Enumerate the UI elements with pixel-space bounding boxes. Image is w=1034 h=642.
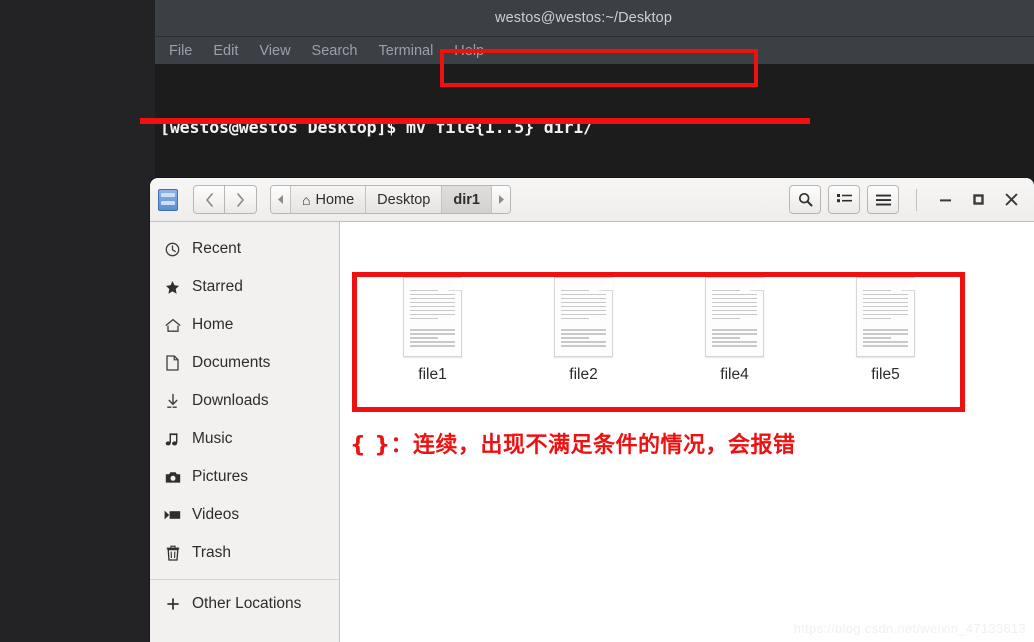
home-icon bbox=[164, 318, 181, 333]
file-manager-window: ⌂ Home Desktop dir1 Recent Starred Home … bbox=[150, 178, 1034, 642]
sidebar-item-downloads[interactable]: Downloads bbox=[150, 382, 339, 420]
hamburger-menu-icon bbox=[875, 194, 891, 205]
menu-item-help[interactable]: Help bbox=[454, 43, 484, 59]
document-file-icon bbox=[403, 277, 462, 357]
sidebar-item-pictures-label: Pictures bbox=[192, 468, 248, 485]
sidebar-item-downloads-label: Downloads bbox=[192, 392, 269, 409]
close-button[interactable] bbox=[998, 187, 1024, 213]
document-icon bbox=[164, 355, 181, 371]
file-manager-headerbar: ⌂ Home Desktop dir1 bbox=[150, 178, 1034, 222]
file-item-label: file5 bbox=[871, 366, 900, 383]
file-manager-body: Recent Starred Home Documents Downloads … bbox=[150, 222, 1034, 642]
sidebar-item-recent-label: Recent bbox=[192, 240, 242, 257]
minimize-button[interactable] bbox=[932, 187, 958, 213]
breadcrumb-scroll-right-icon[interactable] bbox=[490, 186, 510, 213]
sidebar-item-videos[interactable]: Videos bbox=[150, 496, 339, 534]
minimize-icon bbox=[939, 198, 951, 201]
sidebar-item-starred[interactable]: Starred bbox=[150, 268, 339, 306]
music-note-icon bbox=[164, 432, 181, 447]
search-button[interactable] bbox=[789, 185, 821, 214]
chinese-annotation-note: { }：连续，出现不满足条件的情况，会报错 bbox=[350, 433, 796, 458]
error-underline-bar bbox=[140, 118, 810, 124]
sidebar-divider bbox=[150, 579, 339, 580]
breadcrumb-item-dir1[interactable]: dir1 bbox=[441, 186, 491, 213]
breadcrumb-scroll-left-icon[interactable] bbox=[271, 186, 290, 213]
terminal-title: westos@westos:~/Desktop bbox=[495, 10, 672, 26]
sidebar-item-music[interactable]: Music bbox=[150, 420, 339, 458]
sidebar-item-home[interactable]: Home bbox=[150, 306, 339, 344]
clock-icon bbox=[164, 242, 181, 257]
menu-item-search[interactable]: Search bbox=[312, 43, 358, 59]
file-item-label: file2 bbox=[569, 366, 598, 383]
file-item[interactable]: file1 bbox=[357, 277, 508, 407]
maximize-button[interactable] bbox=[965, 187, 991, 213]
breadcrumb-item-dir1-label: dir1 bbox=[453, 191, 480, 208]
sidebar-item-starred-label: Starred bbox=[192, 278, 243, 295]
sidebar-item-recent[interactable]: Recent bbox=[150, 230, 339, 268]
terminal-titlebar[interactable]: westos@westos:~/Desktop bbox=[155, 0, 1034, 37]
file-item[interactable]: file2 bbox=[508, 277, 659, 407]
close-icon bbox=[1005, 193, 1017, 206]
camera-icon bbox=[164, 471, 181, 484]
navigation-buttons bbox=[193, 185, 257, 214]
chevron-right-icon bbox=[237, 192, 244, 207]
breadcrumb-item-home[interactable]: ⌂ Home bbox=[290, 186, 366, 213]
star-icon bbox=[164, 280, 181, 295]
menu-button[interactable] bbox=[867, 185, 899, 214]
menu-item-edit[interactable]: Edit bbox=[213, 43, 238, 59]
download-icon bbox=[164, 393, 181, 409]
sidebar-item-trash-label: Trash bbox=[192, 544, 232, 561]
maximize-icon bbox=[972, 194, 984, 205]
breadcrumb: ⌂ Home Desktop dir1 bbox=[270, 185, 511, 214]
document-file-icon bbox=[554, 277, 613, 357]
sidebar-item-home-label: Home bbox=[192, 316, 234, 333]
trash-icon bbox=[164, 545, 181, 561]
file-item-label: file4 bbox=[720, 366, 749, 383]
sidebar-item-other-locations-label: Other Locations bbox=[192, 595, 302, 612]
file-cabinet-icon bbox=[158, 188, 178, 211]
menu-item-file[interactable]: File bbox=[169, 43, 192, 59]
sidebar-item-other-locations[interactable]: Other Locations bbox=[150, 585, 339, 623]
sidebar-item-trash[interactable]: Trash bbox=[150, 534, 339, 572]
breadcrumb-item-home-label: Home bbox=[315, 191, 355, 208]
sidebar-item-videos-label: Videos bbox=[192, 506, 240, 523]
plus-icon bbox=[164, 597, 181, 611]
terminal-menubar: File Edit View Search Terminal Help bbox=[155, 37, 1034, 64]
sidebar-item-documents[interactable]: Documents bbox=[150, 344, 339, 382]
search-icon bbox=[798, 192, 812, 207]
terminal-window: westos@westos:~/Desktop File Edit View S… bbox=[155, 0, 1034, 178]
sidebar-item-pictures[interactable]: Pictures bbox=[150, 458, 339, 496]
document-file-icon bbox=[705, 277, 764, 357]
menu-item-terminal[interactable]: Terminal bbox=[379, 43, 434, 59]
forward-button[interactable] bbox=[225, 185, 257, 214]
header-divider bbox=[916, 188, 917, 211]
home-icon: ⌂ bbox=[302, 191, 311, 208]
view-list-button[interactable] bbox=[828, 185, 860, 214]
menu-item-view[interactable]: View bbox=[259, 43, 290, 59]
breadcrumb-item-desktop[interactable]: Desktop bbox=[365, 186, 442, 213]
chevron-left-icon bbox=[205, 192, 213, 207]
file-item-label: file1 bbox=[418, 366, 447, 383]
sidebar-item-documents-label: Documents bbox=[192, 354, 271, 371]
sidebar-item-music-label: Music bbox=[192, 430, 233, 447]
view-list-icon bbox=[836, 194, 852, 203]
desktop-background: westos@westos:~/Desktop File Edit View S… bbox=[0, 0, 1034, 642]
sidebar: Recent Starred Home Documents Downloads … bbox=[150, 222, 340, 642]
file-grid: file1 file2 file4 file5 bbox=[357, 277, 961, 407]
video-icon bbox=[164, 509, 181, 521]
file-item[interactable]: file5 bbox=[810, 277, 961, 407]
document-file-icon bbox=[856, 277, 915, 357]
watermark-text: https://blog.csdn.net/weixin_47133613 bbox=[793, 621, 1026, 636]
file-item[interactable]: file4 bbox=[659, 277, 810, 407]
breadcrumb-item-desktop-label: Desktop bbox=[377, 191, 431, 208]
back-button[interactable] bbox=[193, 185, 225, 214]
file-list-area[interactable]: file1 file2 file4 file5 {}：连续，出现不满足条件的情… bbox=[340, 222, 1034, 642]
